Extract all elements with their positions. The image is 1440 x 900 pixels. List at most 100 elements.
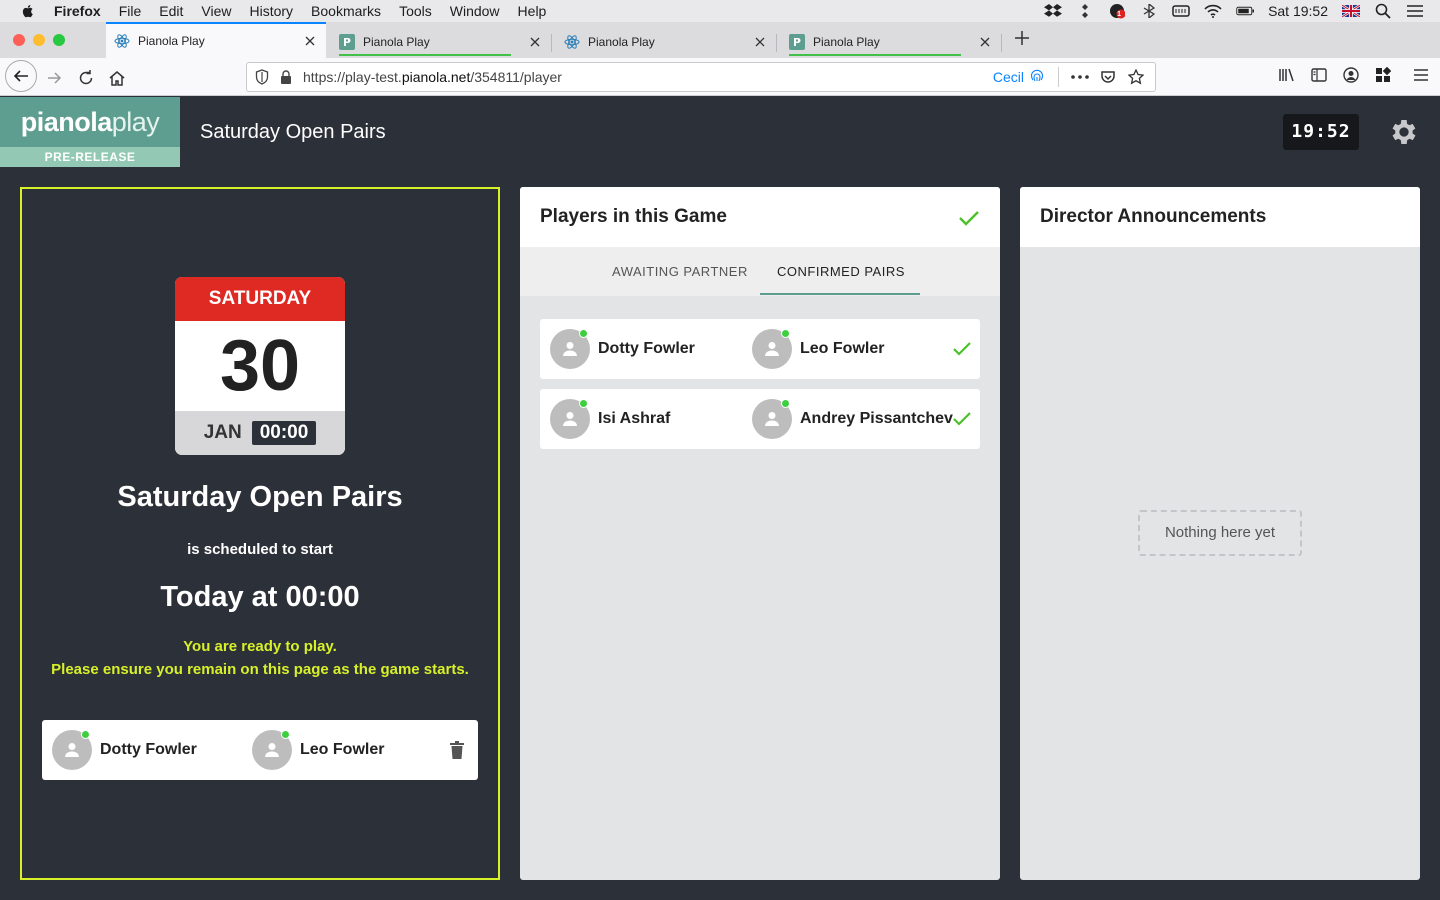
close-tab-icon[interactable] bbox=[752, 34, 768, 50]
event-scheduled-text: is scheduled to start bbox=[187, 541, 333, 558]
my-pair-card: Dotty Fowler Leo Fowler bbox=[42, 720, 478, 780]
player-name: Dotty Fowler bbox=[100, 741, 197, 758]
tab-loading-indicator bbox=[789, 54, 961, 56]
forward-button[interactable] bbox=[40, 64, 68, 92]
app-header: pianolaplay PRE-RELEASE Saturday Open Pa… bbox=[0, 97, 1440, 167]
minimize-window-button[interactable] bbox=[33, 34, 45, 46]
control-center-icon[interactable] bbox=[1406, 4, 1424, 18]
tab-loading-indicator bbox=[339, 54, 511, 56]
tracking-shield-icon[interactable] bbox=[253, 69, 271, 85]
reload-icon bbox=[79, 70, 93, 85]
battery-icon[interactable] bbox=[1236, 4, 1255, 18]
url-path: /354811/player bbox=[470, 69, 562, 85]
menu-help[interactable]: Help bbox=[518, 3, 547, 19]
reload-button[interactable] bbox=[72, 64, 100, 92]
online-status-dot bbox=[579, 329, 588, 338]
ready-message-line1: You are ready to play. bbox=[183, 638, 337, 655]
apple-icon[interactable] bbox=[20, 3, 36, 19]
player: Dotty Fowler bbox=[550, 329, 695, 369]
hamburger-menu-icon[interactable] bbox=[1412, 66, 1430, 84]
player-name: Leo Fowler bbox=[300, 741, 385, 758]
spotlight-search-icon[interactable] bbox=[1374, 3, 1392, 19]
menu-app-name[interactable]: Firefox bbox=[54, 3, 101, 19]
pocket-icon[interactable] bbox=[1099, 69, 1117, 85]
menu-bookmarks[interactable]: Bookmarks bbox=[311, 3, 381, 19]
fingerprint-icon[interactable] bbox=[1030, 69, 1044, 86]
zoom-window-button[interactable] bbox=[53, 34, 65, 46]
status-app-icon[interactable] bbox=[1076, 4, 1094, 18]
window-controls bbox=[13, 34, 65, 46]
menu-file[interactable]: File bbox=[119, 3, 142, 19]
tab-confirmed-pairs[interactable]: CONFIRMED PAIRS bbox=[777, 264, 905, 279]
url-prefix: https://play-test. bbox=[303, 69, 402, 85]
close-tab-icon[interactable] bbox=[977, 34, 993, 50]
page-actions-icon[interactable] bbox=[1071, 75, 1089, 79]
dropbox-icon[interactable] bbox=[1044, 4, 1063, 18]
menu-window[interactable]: Window bbox=[450, 3, 500, 19]
close-tab-icon[interactable] bbox=[527, 34, 543, 50]
confirmed-pair-row: Isi Ashraf Andrey Pissantchev bbox=[540, 389, 980, 449]
uk-flag-icon[interactable] bbox=[1342, 4, 1360, 18]
browser-tab-3[interactable]: Pianola Play bbox=[556, 26, 777, 58]
menubar-clock[interactable]: Sat 19:52 bbox=[1268, 3, 1328, 19]
browser-tab-strip: Pianola Play Pianola Play Pianola Play P… bbox=[0, 22, 1440, 58]
react-favicon-icon bbox=[114, 33, 130, 49]
library-icon[interactable] bbox=[1278, 66, 1296, 84]
active-tab-indicator bbox=[760, 293, 920, 295]
menu-view[interactable]: View bbox=[201, 3, 231, 19]
calendar-start-time: 00:00 bbox=[251, 421, 317, 445]
person-icon bbox=[765, 412, 779, 426]
tab-separator bbox=[551, 34, 552, 52]
tab-awaiting-partner[interactable]: AWAITING PARTNER bbox=[612, 264, 748, 279]
avatar bbox=[52, 730, 92, 770]
close-tab-icon[interactable] bbox=[302, 33, 318, 49]
players-tabs: AWAITING PARTNER CONFIRMED PAIRS bbox=[520, 247, 1000, 296]
tab-label: Pianola Play bbox=[138, 34, 205, 48]
container-label[interactable]: Cecil bbox=[993, 69, 1024, 85]
notification-badge-icon[interactable]: 1 bbox=[1108, 4, 1126, 19]
browser-tab-4[interactable]: Pianola Play bbox=[781, 26, 1002, 58]
calendar-footer: JAN 00:00 bbox=[175, 411, 345, 455]
url-text[interactable]: https://play-test.pianola.net/354811/pla… bbox=[303, 69, 993, 85]
avatar bbox=[550, 329, 590, 369]
logo-light-part: play bbox=[111, 107, 160, 137]
avatar bbox=[752, 329, 792, 369]
player-name: Andrey Pissantchev bbox=[800, 410, 953, 427]
bookmark-star-icon[interactable] bbox=[1127, 69, 1145, 85]
arrow-right-icon bbox=[48, 72, 62, 84]
back-button[interactable] bbox=[5, 60, 37, 92]
menu-edit[interactable]: Edit bbox=[159, 3, 183, 19]
bluetooth-like-icon[interactable] bbox=[1140, 4, 1158, 18]
player-name: Dotty Fowler bbox=[598, 340, 695, 357]
pair-confirmed-check-icon bbox=[953, 342, 971, 356]
menu-history[interactable]: History bbox=[249, 3, 293, 19]
online-status-dot bbox=[281, 730, 290, 739]
announcements-panel: Director Announcements Nothing here yet bbox=[1020, 187, 1420, 880]
browser-tab-2[interactable]: Pianola Play bbox=[331, 26, 552, 58]
battery-menu-icon[interactable] bbox=[1172, 4, 1190, 18]
account-icon[interactable] bbox=[1342, 66, 1360, 84]
player: Leo Fowler bbox=[752, 329, 884, 369]
current-time-display: 19:52 bbox=[1283, 114, 1359, 150]
new-tab-icon[interactable] bbox=[1012, 28, 1032, 48]
react-favicon-icon bbox=[564, 34, 580, 50]
extensions-icon[interactable] bbox=[1374, 66, 1392, 84]
avatar bbox=[550, 399, 590, 439]
settings-gear-icon[interactable] bbox=[1388, 116, 1420, 148]
delete-pair-trash-icon[interactable] bbox=[450, 741, 464, 759]
wifi-icon[interactable] bbox=[1204, 4, 1222, 18]
menu-tools[interactable]: Tools bbox=[399, 3, 432, 19]
browser-toolbar: https://play-test.pianola.net/354811/pla… bbox=[0, 58, 1440, 96]
lock-icon[interactable] bbox=[279, 70, 293, 84]
home-button[interactable] bbox=[103, 64, 131, 92]
calendar-day-name: SATURDAY bbox=[175, 277, 345, 321]
address-bar[interactable]: https://play-test.pianola.net/354811/pla… bbox=[246, 62, 1156, 92]
announcements-header: Director Announcements bbox=[1020, 187, 1420, 247]
person-icon bbox=[563, 342, 577, 356]
url-host: pianola.net bbox=[401, 69, 471, 85]
pianola-logo[interactable]: pianolaplay PRE-RELEASE bbox=[0, 97, 180, 167]
players-panel-header: Players in this Game bbox=[520, 187, 1000, 247]
browser-tab-1[interactable]: Pianola Play bbox=[106, 22, 326, 58]
sidebar-icon[interactable] bbox=[1310, 66, 1328, 84]
close-window-button[interactable] bbox=[13, 34, 25, 46]
